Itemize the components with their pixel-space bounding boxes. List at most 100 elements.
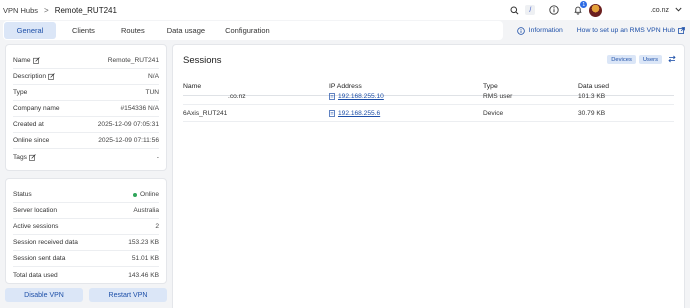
breadcrumb: VPN Hubs > Remote_RUT241 — [3, 6, 117, 15]
hub-stats-card: Status Online Server location Australia Acti… — [5, 178, 167, 284]
tab-configuration[interactable]: Configuration — [216, 22, 279, 39]
search-icon[interactable] — [507, 3, 521, 17]
setup-guide-label: How to set up an RMS VPN Hub — [576, 27, 675, 34]
session-name-cell: .co.nz — [183, 88, 246, 104]
details-label-text: Tags — [13, 153, 27, 161]
stats-value-text: 2 — [155, 223, 159, 230]
details-value: - — [157, 154, 159, 161]
session-data-used: 30.79 KB — [578, 109, 606, 117]
details-value: #154336 N/A — [121, 105, 160, 112]
tab-bar: General Clients Routes Data usage Config… — [0, 20, 690, 41]
details-row: Description N/A — [13, 69, 159, 85]
session-ip-cell: 192.168.255.6 — [329, 105, 380, 121]
stats-label-text: Server location — [13, 207, 57, 214]
hub-details-card: Name Remote_RUT241 Description N/A Type TUN Co… — [5, 44, 167, 171]
filter-devices-button[interactable]: Devices — [607, 55, 636, 64]
external-link-icon — [678, 27, 685, 34]
stats-value-text: 51.01 KB — [131, 255, 159, 262]
stats-label: Status — [13, 191, 32, 198]
document-icon — [329, 109, 335, 117]
edit-icon[interactable] — [48, 73, 55, 80]
tab-general[interactable]: General — [4, 22, 56, 39]
stats-label: Session sent data — [13, 255, 65, 262]
details-label-text: Type — [13, 89, 28, 96]
status-indicator-dot — [132, 192, 137, 197]
stats-label-text: Session received data — [13, 239, 78, 246]
breadcrumb-root-link[interactable]: VPN Hubs — [3, 6, 38, 15]
details-value: N/A — [148, 73, 159, 80]
tab-data-usage[interactable]: Data usage — [158, 22, 214, 39]
stats-value-text: Australia — [133, 207, 159, 214]
stats-value: Australia — [133, 207, 159, 214]
refresh-arrows-icon[interactable] — [668, 55, 676, 65]
stats-row: Session sent data 51.01 KB — [13, 251, 159, 267]
tab-routes[interactable]: Routes — [112, 22, 154, 39]
details-value-text: Remote_RUT241 — [107, 57, 159, 64]
user-account-name[interactable]: .co.nz — [650, 7, 669, 14]
stats-value: 153.23 KB — [128, 239, 159, 246]
stats-value-text: 143.46 KB — [128, 271, 159, 279]
search-shortcut-key: / — [525, 5, 536, 15]
details-label-text: Name — [13, 57, 31, 64]
sessions-filter: Devices Users — [604, 55, 662, 64]
details-row: Type TUN — [13, 85, 159, 101]
breadcrumb-current: Remote_RUT241 — [54, 5, 117, 15]
session-type: Device — [483, 109, 504, 117]
details-label: Name — [13, 57, 40, 64]
tab-clients[interactable]: Clients — [63, 22, 104, 39]
details-label: Online since — [13, 137, 49, 144]
stats-list: Status Online Server location Australia Acti… — [6, 187, 166, 283]
sessions-card: Sessions Devices Users Name IP Address T… — [172, 44, 685, 308]
stats-label: Active sessions — [13, 223, 58, 230]
edit-icon[interactable] — [29, 153, 36, 161]
stats-value: Online — [132, 191, 159, 198]
edit-icon[interactable] — [32, 57, 40, 64]
details-label: Description — [13, 73, 55, 80]
details-label: Type — [13, 89, 27, 96]
details-label-text: Online since — [13, 137, 50, 144]
sessions-title: Sessions — [183, 55, 222, 66]
details-value-text: #154336 N/A — [120, 105, 160, 112]
details-row: Name Remote_RUT241 — [13, 53, 159, 69]
info-circle-icon — [516, 26, 525, 35]
stats-label: Session received data — [13, 239, 78, 246]
info-icon[interactable] — [547, 3, 561, 17]
details-label: Company name — [13, 105, 60, 112]
avatar[interactable] — [589, 3, 603, 17]
ip-address-link[interactable]: 192.168.255.10 — [329, 93, 384, 100]
session-ip-cell: 192.168.255.10 — [329, 88, 384, 104]
stats-row: Total data used 143.46 KB — [13, 267, 159, 283]
details-value: TUN — [145, 89, 159, 96]
ip-address-text: 192.168.255.6 — [338, 109, 381, 117]
filter-users-button[interactable]: Users — [638, 55, 662, 64]
setup-guide-link[interactable]: How to set up an RMS VPN Hub — [577, 27, 685, 34]
session-type: RMS user — [483, 92, 513, 100]
details-label: Created at — [13, 121, 44, 128]
details-value-text: 2025-12-09 07:11:56 — [98, 137, 159, 144]
stats-label: Total data used — [13, 272, 58, 279]
breadcrumb-separator: > — [44, 5, 49, 15]
notification-bell-icon[interactable]: 1 — [571, 1, 588, 17]
stats-value: 2 — [155, 223, 159, 230]
session-name-cell: 6Axis_RUT241 — [183, 105, 227, 121]
information-link[interactable]: Information — [514, 26, 563, 35]
stats-label: Server location — [13, 207, 57, 214]
chevron-down-icon[interactable] — [675, 7, 682, 14]
ip-address-text: 192.168.255.10 — [338, 92, 384, 100]
details-label-text: Description — [13, 73, 46, 80]
details-value-text: 2025-12-09 07:05:31 — [97, 121, 159, 128]
ip-address-link[interactable]: 192.168.255.6 — [329, 110, 380, 117]
restart-vpn-button[interactable]: Restart VPN — [89, 288, 167, 302]
details-value-text: - — [156, 153, 159, 161]
stats-value: 143.46 KB — [128, 272, 159, 279]
stats-label-text: Total data used — [13, 271, 58, 279]
details-row: Created at 2025-12-09 07:05:31 — [13, 117, 159, 133]
details-row: Online since 2025-12-09 07:11:56 — [13, 133, 159, 149]
vpn-action-buttons: Disable VPN Restart VPN — [5, 288, 167, 302]
details-value: 2025-12-09 07:05:31 — [98, 121, 159, 128]
disable-vpn-button[interactable]: Disable VPN — [5, 288, 83, 302]
information-link-label: Information — [528, 27, 563, 34]
details-value: Remote_RUT241 — [108, 57, 159, 64]
table-row: 6Axis_RUT241 192.168.255.6 Device 30.79 … — [183, 105, 674, 122]
session-name: 6Axis_RUT241 — [183, 109, 228, 117]
